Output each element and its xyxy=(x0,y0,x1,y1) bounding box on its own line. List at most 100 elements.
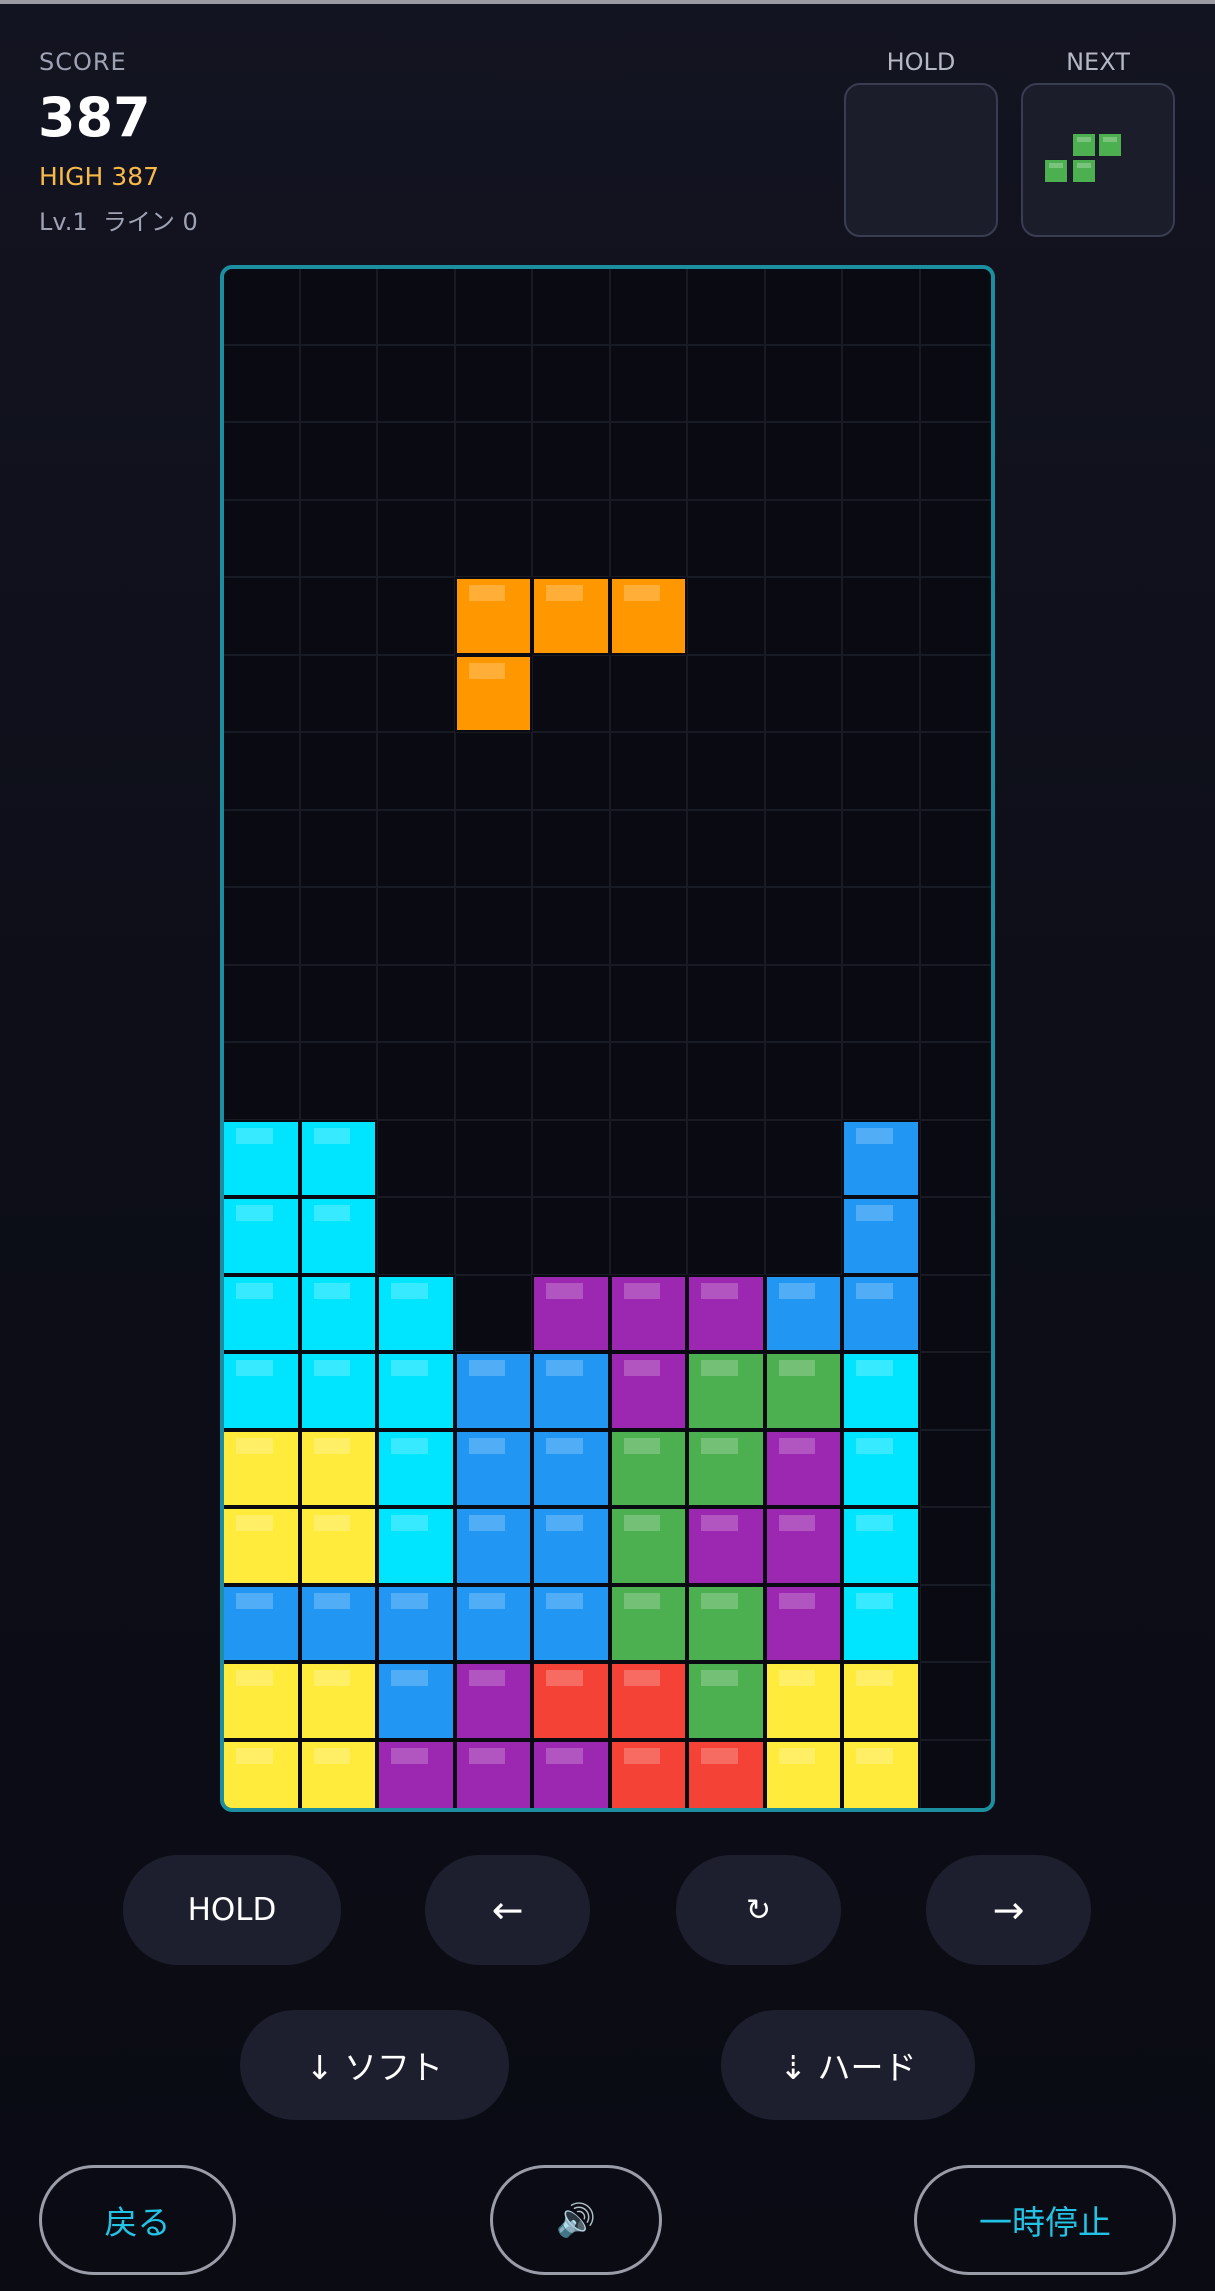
rotate-button[interactable]: ↻ xyxy=(676,1855,841,1965)
board-cell xyxy=(842,577,920,655)
stack-block xyxy=(842,1429,920,1507)
board-cell xyxy=(377,964,455,1042)
stack-block xyxy=(532,1507,610,1585)
board-cell xyxy=(919,1662,991,1740)
stack-block xyxy=(842,1119,920,1197)
move-left-button[interactable]: ← xyxy=(425,1855,590,1965)
board-cell xyxy=(454,887,532,965)
board-cell xyxy=(687,809,765,887)
board-cell xyxy=(454,1274,532,1352)
stack-block xyxy=(454,1739,532,1808)
board-cell xyxy=(224,499,300,577)
board-cell xyxy=(919,422,991,500)
stack-block xyxy=(764,1739,842,1808)
board-cell xyxy=(919,1274,991,1352)
stack-block xyxy=(377,1274,455,1352)
move-right-button[interactable]: → xyxy=(926,1855,1091,1965)
stack-block xyxy=(299,1739,377,1808)
level-lines-info: Lv.1 ライン 0 xyxy=(39,208,198,236)
board-cell xyxy=(454,499,532,577)
stack-block xyxy=(609,1507,687,1585)
high-score: HIGH 387 xyxy=(39,162,160,191)
board-cell xyxy=(609,269,687,345)
board-cell xyxy=(532,964,610,1042)
stack-block xyxy=(377,1662,455,1740)
board-cell xyxy=(764,1042,842,1120)
board-cell xyxy=(764,499,842,577)
stack-block xyxy=(532,1352,610,1430)
board-cell xyxy=(532,1197,610,1275)
stack-block xyxy=(377,1584,455,1662)
hard-drop-button[interactable]: ⇣ ハード xyxy=(721,2010,975,2120)
board-cell xyxy=(687,344,765,422)
board-cell xyxy=(299,887,377,965)
stack-block xyxy=(377,1507,455,1585)
stack-block xyxy=(764,1662,842,1740)
board-cell xyxy=(224,809,300,887)
stack-block xyxy=(687,1662,765,1740)
stack-block xyxy=(609,1739,687,1808)
board-cell xyxy=(609,732,687,810)
stack-block xyxy=(687,1429,765,1507)
stack-block xyxy=(454,1429,532,1507)
soft-drop-button[interactable]: ↓ ソフト xyxy=(240,2010,509,2120)
next-label: NEXT xyxy=(1066,48,1130,76)
next-piece-block xyxy=(1072,133,1096,157)
board-cell xyxy=(842,732,920,810)
stack-block xyxy=(299,1662,377,1740)
stack-block xyxy=(842,1197,920,1275)
stack-block xyxy=(299,1507,377,1585)
stack-block xyxy=(764,1429,842,1507)
board-cell xyxy=(454,964,532,1042)
stack-block xyxy=(532,1429,610,1507)
board-cell xyxy=(842,1042,920,1120)
board-cell xyxy=(842,422,920,500)
board-cell xyxy=(224,577,300,655)
board-cell xyxy=(224,344,300,422)
board-cell xyxy=(842,499,920,577)
stack-block xyxy=(609,1584,687,1662)
board-cell xyxy=(224,732,300,810)
board-cell xyxy=(532,269,610,345)
board-cell xyxy=(919,809,991,887)
board-cell xyxy=(299,269,377,345)
board-cell xyxy=(377,344,455,422)
board-cell xyxy=(764,887,842,965)
board-cell xyxy=(842,809,920,887)
board-cell xyxy=(764,577,842,655)
stack-block xyxy=(377,1352,455,1430)
board-cell xyxy=(687,887,765,965)
back-button[interactable]: 戻る xyxy=(39,2165,236,2275)
score-value: 387 xyxy=(38,86,151,149)
game-board[interactable] xyxy=(220,265,995,1812)
board-grid xyxy=(224,269,991,1808)
stack-block xyxy=(609,1352,687,1430)
board-cell xyxy=(377,887,455,965)
stack-block xyxy=(299,1429,377,1507)
stack-block xyxy=(687,1739,765,1808)
hold-button[interactable]: HOLD xyxy=(123,1855,341,1965)
stack-block xyxy=(764,1584,842,1662)
board-cell xyxy=(919,732,991,810)
board-cell xyxy=(609,809,687,887)
stack-block xyxy=(764,1274,842,1352)
stack-block xyxy=(609,1429,687,1507)
board-cell xyxy=(532,344,610,422)
game-screen: SCORE 387 HIGH 387 Lv.1 ライン 0 HOLD NEXT … xyxy=(0,0,1215,2291)
sound-toggle-button[interactable]: 🔊 xyxy=(490,2165,662,2275)
board-cell xyxy=(919,1352,991,1430)
board-cell xyxy=(299,964,377,1042)
stack-block xyxy=(454,1662,532,1740)
stack-block xyxy=(224,1274,300,1352)
board-cell xyxy=(919,499,991,577)
stack-block xyxy=(687,1584,765,1662)
board-cell xyxy=(299,344,377,422)
board-cell xyxy=(764,654,842,732)
stack-block xyxy=(842,1274,920,1352)
stack-block xyxy=(224,1197,300,1275)
board-cell xyxy=(609,654,687,732)
stack-block xyxy=(224,1662,300,1740)
stack-block xyxy=(687,1274,765,1352)
pause-button[interactable]: 一時停止 xyxy=(914,2165,1176,2275)
board-cell xyxy=(299,732,377,810)
